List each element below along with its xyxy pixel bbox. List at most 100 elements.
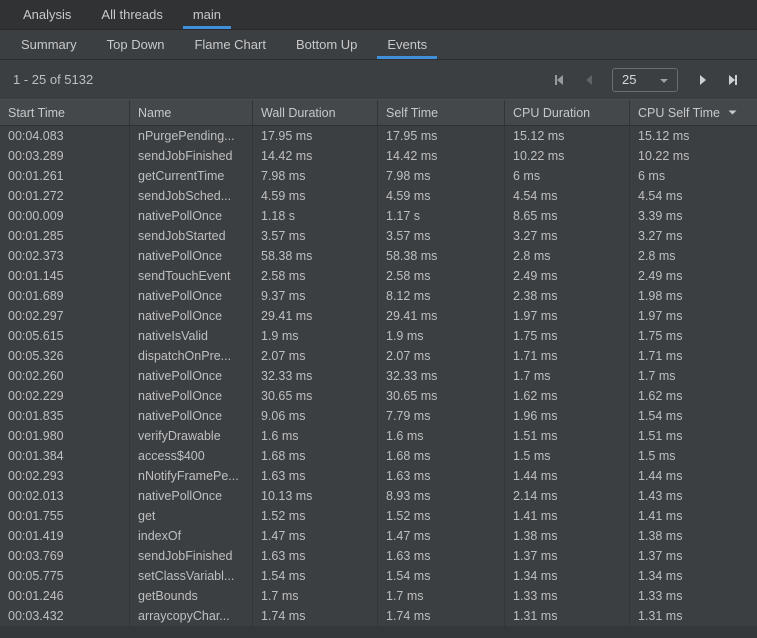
table-cell[interactable]: 1.34 ms	[505, 566, 630, 586]
table-cell[interactable]: 9.37 ms	[253, 286, 378, 306]
table-cell[interactable]: 1.75 ms	[630, 326, 757, 346]
tab-bottom-up[interactable]: Bottom Up	[281, 30, 372, 59]
column-header-self-time[interactable]: Self Time	[378, 100, 505, 125]
table-row[interactable]: 00:01.835nativePollOnce9.06 ms7.79 ms1.9…	[0, 406, 757, 426]
table-cell[interactable]: nativePollOnce	[130, 206, 253, 226]
table-cell[interactable]: 1.33 ms	[630, 586, 757, 606]
table-cell[interactable]: 1.54 ms	[253, 566, 378, 586]
table-cell[interactable]: 2.8 ms	[630, 246, 757, 266]
table-cell[interactable]: 15.12 ms	[505, 126, 630, 146]
table-cell[interactable]: 1.34 ms	[630, 566, 757, 586]
table-cell[interactable]: 1.68 ms	[378, 446, 505, 466]
table-cell[interactable]: 00:05.615	[0, 326, 130, 346]
table-cell[interactable]: 1.51 ms	[505, 426, 630, 446]
table-cell[interactable]: 1.7 ms	[378, 586, 505, 606]
table-cell[interactable]: 00:01.285	[0, 226, 130, 246]
table-cell[interactable]: 15.12 ms	[630, 126, 757, 146]
table-row[interactable]: 00:01.755get1.52 ms1.52 ms1.41 ms1.41 ms	[0, 506, 757, 526]
table-cell[interactable]: 10.13 ms	[253, 486, 378, 506]
table-cell[interactable]: 2.58 ms	[253, 266, 378, 286]
table-cell[interactable]: 00:01.835	[0, 406, 130, 426]
table-row[interactable]: 00:01.246getBounds1.7 ms1.7 ms1.33 ms1.3…	[0, 586, 757, 606]
table-row[interactable]: 00:02.373nativePollOnce58.38 ms58.38 ms2…	[0, 246, 757, 266]
table-cell[interactable]: 7.79 ms	[378, 406, 505, 426]
table-cell[interactable]: 1.6 ms	[378, 426, 505, 446]
table-cell[interactable]: 7.98 ms	[253, 166, 378, 186]
table-cell[interactable]: 1.5 ms	[505, 446, 630, 466]
table-cell[interactable]: 1.37 ms	[505, 546, 630, 566]
column-header-cpu-self-time[interactable]: CPU Self Time	[630, 100, 757, 125]
table-cell[interactable]: 1.7 ms	[253, 586, 378, 606]
table-cell[interactable]: 10.22 ms	[630, 146, 757, 166]
table-cell[interactable]: 4.59 ms	[378, 186, 505, 206]
table-cell[interactable]: 29.41 ms	[253, 306, 378, 326]
table-cell[interactable]: 6 ms	[505, 166, 630, 186]
table-cell[interactable]: 00:02.013	[0, 486, 130, 506]
table-cell[interactable]: 2.14 ms	[505, 486, 630, 506]
table-row[interactable]: 00:01.419indexOf1.47 ms1.47 ms1.38 ms1.3…	[0, 526, 757, 546]
table-cell[interactable]: nativePollOnce	[130, 246, 253, 266]
table-cell[interactable]: nativePollOnce	[130, 286, 253, 306]
table-cell[interactable]: sendJobFinished	[130, 546, 253, 566]
table-cell[interactable]: 8.65 ms	[505, 206, 630, 226]
table-row[interactable]: 00:05.615nativeIsValid1.9 ms1.9 ms1.75 m…	[0, 326, 757, 346]
table-cell[interactable]: 1.54 ms	[630, 406, 757, 426]
table-cell[interactable]: indexOf	[130, 526, 253, 546]
table-cell[interactable]: 1.63 ms	[378, 466, 505, 486]
table-cell[interactable]: 00:02.229	[0, 386, 130, 406]
column-header-wall-duration[interactable]: Wall Duration	[253, 100, 378, 125]
table-cell[interactable]: 9.06 ms	[253, 406, 378, 426]
table-cell[interactable]: 30.65 ms	[378, 386, 505, 406]
table-cell[interactable]: 1.63 ms	[253, 466, 378, 486]
table-cell[interactable]: 00:01.246	[0, 586, 130, 606]
table-row[interactable]: 00:00.009nativePollOnce1.18 s1.17 s8.65 …	[0, 206, 757, 226]
table-row[interactable]: 00:01.261getCurrentTime7.98 ms7.98 ms6 m…	[0, 166, 757, 186]
table-row[interactable]: 00:02.013nativePollOnce10.13 ms8.93 ms2.…	[0, 486, 757, 506]
table-cell[interactable]: 00:02.260	[0, 366, 130, 386]
table-cell[interactable]: 1.9 ms	[253, 326, 378, 346]
table-cell[interactable]: 1.38 ms	[505, 526, 630, 546]
table-row[interactable]: 00:03.289sendJobFinished14.42 ms14.42 ms…	[0, 146, 757, 166]
table-cell[interactable]: nPurgePending...	[130, 126, 253, 146]
table-cell[interactable]: 1.98 ms	[630, 286, 757, 306]
table-row[interactable]: 00:01.689nativePollOnce9.37 ms8.12 ms2.3…	[0, 286, 757, 306]
table-row[interactable]: 00:04.083nPurgePending...17.95 ms17.95 m…	[0, 126, 757, 146]
table-cell[interactable]: 3.27 ms	[630, 226, 757, 246]
table-cell[interactable]: 1.97 ms	[630, 306, 757, 326]
page-size-select[interactable]: 25	[612, 68, 678, 92]
table-cell[interactable]: 1.51 ms	[630, 426, 757, 446]
table-cell[interactable]: 1.43 ms	[630, 486, 757, 506]
table-cell[interactable]: 2.49 ms	[505, 266, 630, 286]
table-cell[interactable]: 17.95 ms	[378, 126, 505, 146]
table-cell[interactable]: 1.44 ms	[630, 466, 757, 486]
table-cell[interactable]: 1.9 ms	[378, 326, 505, 346]
table-cell[interactable]: 1.38 ms	[630, 526, 757, 546]
table-cell[interactable]: 1.74 ms	[378, 606, 505, 626]
table-cell[interactable]: 1.52 ms	[253, 506, 378, 526]
table-cell[interactable]: access$400	[130, 446, 253, 466]
table-cell[interactable]: 1.31 ms	[630, 606, 757, 626]
table-cell[interactable]: 1.18 s	[253, 206, 378, 226]
table-cell[interactable]: 00:01.272	[0, 186, 130, 206]
table-cell[interactable]: 1.47 ms	[253, 526, 378, 546]
table-cell[interactable]: 00:05.775	[0, 566, 130, 586]
column-header-name[interactable]: Name	[130, 100, 253, 125]
table-cell[interactable]: 00:01.755	[0, 506, 130, 526]
table-cell[interactable]: 00:02.297	[0, 306, 130, 326]
table-cell[interactable]: 3.39 ms	[630, 206, 757, 226]
table-cell[interactable]: sendTouchEvent	[130, 266, 253, 286]
table-cell[interactable]: 00:03.432	[0, 606, 130, 626]
table-cell[interactable]: 1.37 ms	[630, 546, 757, 566]
table-cell[interactable]: sendJobStarted	[130, 226, 253, 246]
table-cell[interactable]: 1.71 ms	[630, 346, 757, 366]
table-cell[interactable]: 2.8 ms	[505, 246, 630, 266]
table-cell[interactable]: 58.38 ms	[253, 246, 378, 266]
table-cell[interactable]: nativePollOnce	[130, 366, 253, 386]
table-cell[interactable]: 4.59 ms	[253, 186, 378, 206]
table-cell[interactable]: 1.44 ms	[505, 466, 630, 486]
table-cell[interactable]: 1.6 ms	[253, 426, 378, 446]
table-cell[interactable]: 00:00.009	[0, 206, 130, 226]
table-cell[interactable]: 1.63 ms	[253, 546, 378, 566]
table-cell[interactable]: 1.47 ms	[378, 526, 505, 546]
table-cell[interactable]: 17.95 ms	[253, 126, 378, 146]
